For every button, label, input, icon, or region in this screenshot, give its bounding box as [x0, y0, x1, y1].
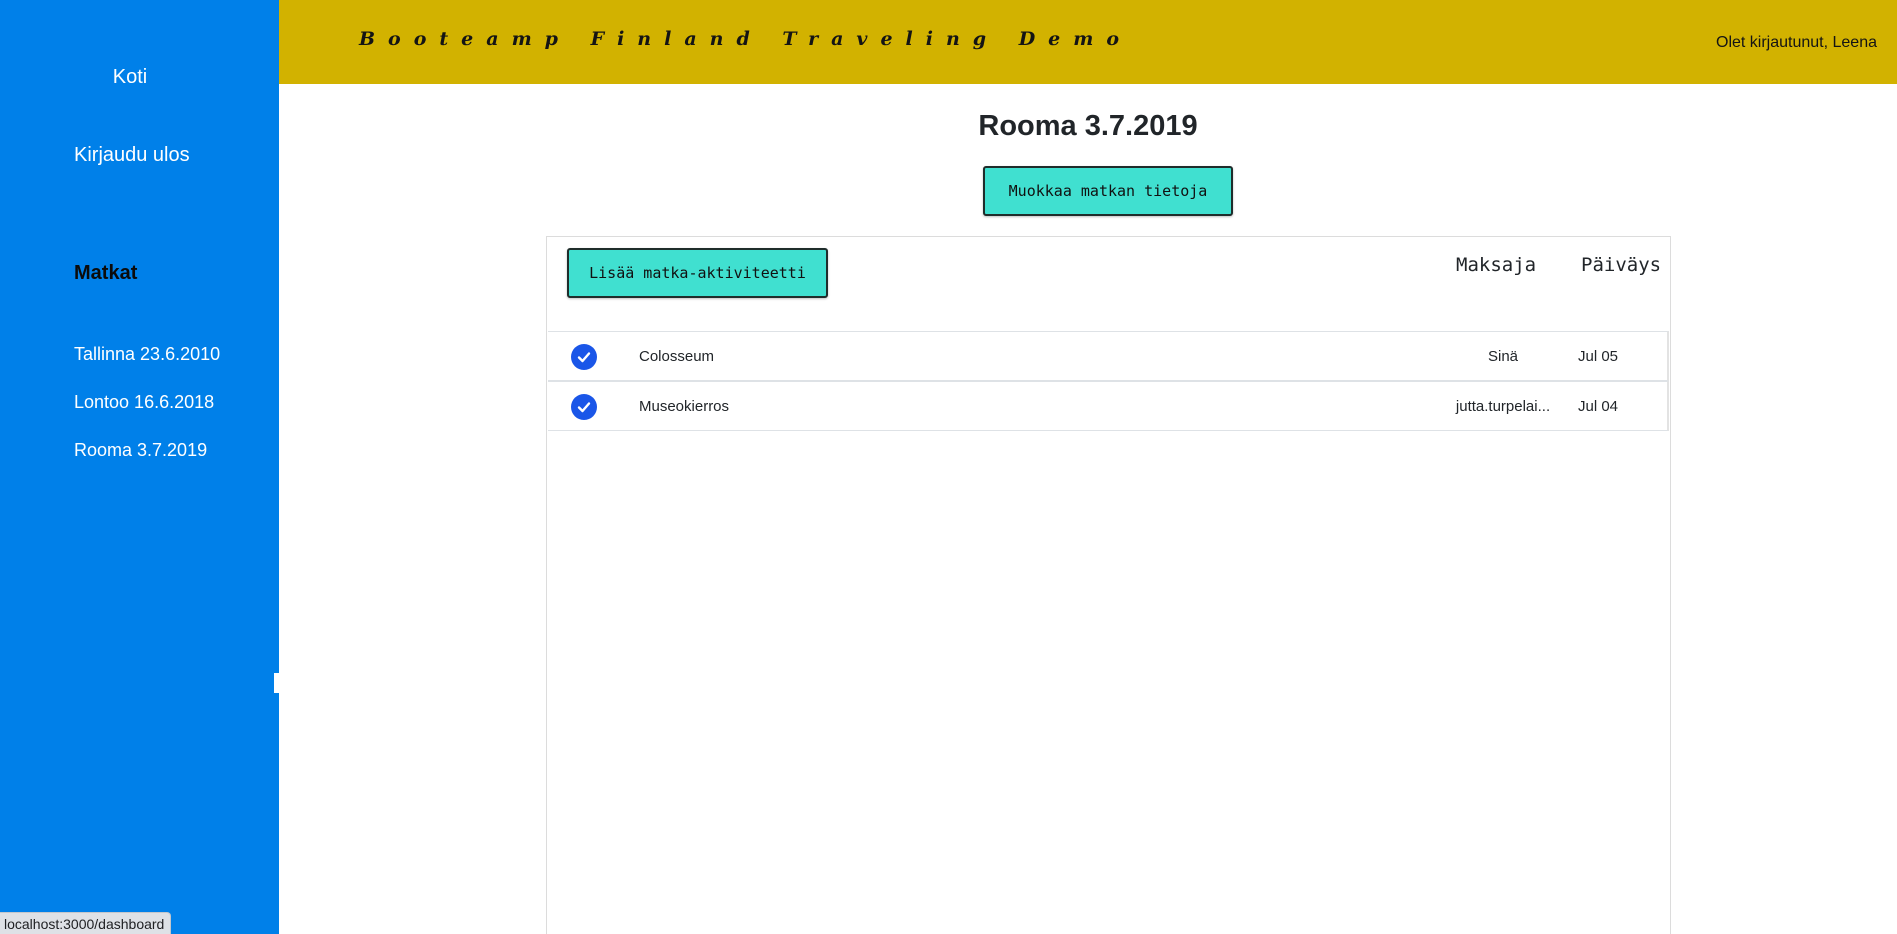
add-activity-button[interactable]: Lisää matka-aktiviteetti — [567, 248, 828, 298]
activity-name: Museokierros — [639, 398, 730, 415]
activity-date: Jul 05 — [1578, 348, 1619, 365]
sidebar-trip-lontoo[interactable]: Lontoo 16.6.2018 — [74, 392, 214, 413]
activity-payer: Sinä — [1487, 348, 1519, 365]
nav-home-link[interactable]: Koti — [0, 66, 260, 89]
activity-name: Colosseum — [639, 348, 715, 365]
check-circle-icon[interactable] — [571, 394, 597, 420]
logged-in-user-status: Olet kirjautunut, Leena — [1716, 34, 1877, 51]
sidebar: Koti Kirjaudu ulos Matkat Tallinna 23.6.… — [0, 0, 280, 934]
activity-panel: Lisää matka-aktiviteetti Maksaja Päiväys… — [546, 236, 1671, 934]
nav-logout-link[interactable]: Kirjaudu ulos — [74, 144, 190, 167]
column-header-payer: Maksaja — [1456, 254, 1537, 276]
edit-trip-button[interactable]: Muokkaa matkan tietoja — [983, 166, 1233, 216]
activity-payer: jutta.turpelai... — [1455, 398, 1551, 415]
activity-date: Jul 04 — [1578, 398, 1619, 415]
sidebar-resize-handle[interactable] — [274, 673, 280, 693]
sidebar-trip-tallinna[interactable]: Tallinna 23.6.2010 — [74, 344, 220, 365]
activity-row[interactable]: Museokierros jutta.turpelai... Jul 04 — [548, 381, 1669, 431]
column-header-date: Päiväys — [1581, 254, 1662, 276]
top-header: Booteamp Finland Traveling Demo Olet kir… — [279, 0, 1897, 84]
page-title: Rooma 3.7.2019 — [978, 110, 1198, 142]
status-bar-url: localhost:3000/dashboard — [0, 912, 172, 934]
brand-title: Booteamp Finland Traveling Demo — [359, 28, 1133, 50]
activity-row[interactable]: Colosseum Sinä Jul 05 — [548, 331, 1669, 381]
sidebar-trip-rooma[interactable]: Rooma 3.7.2019 — [74, 440, 207, 461]
check-circle-icon[interactable] — [571, 344, 597, 370]
trips-heading: Matkat — [74, 262, 138, 284]
